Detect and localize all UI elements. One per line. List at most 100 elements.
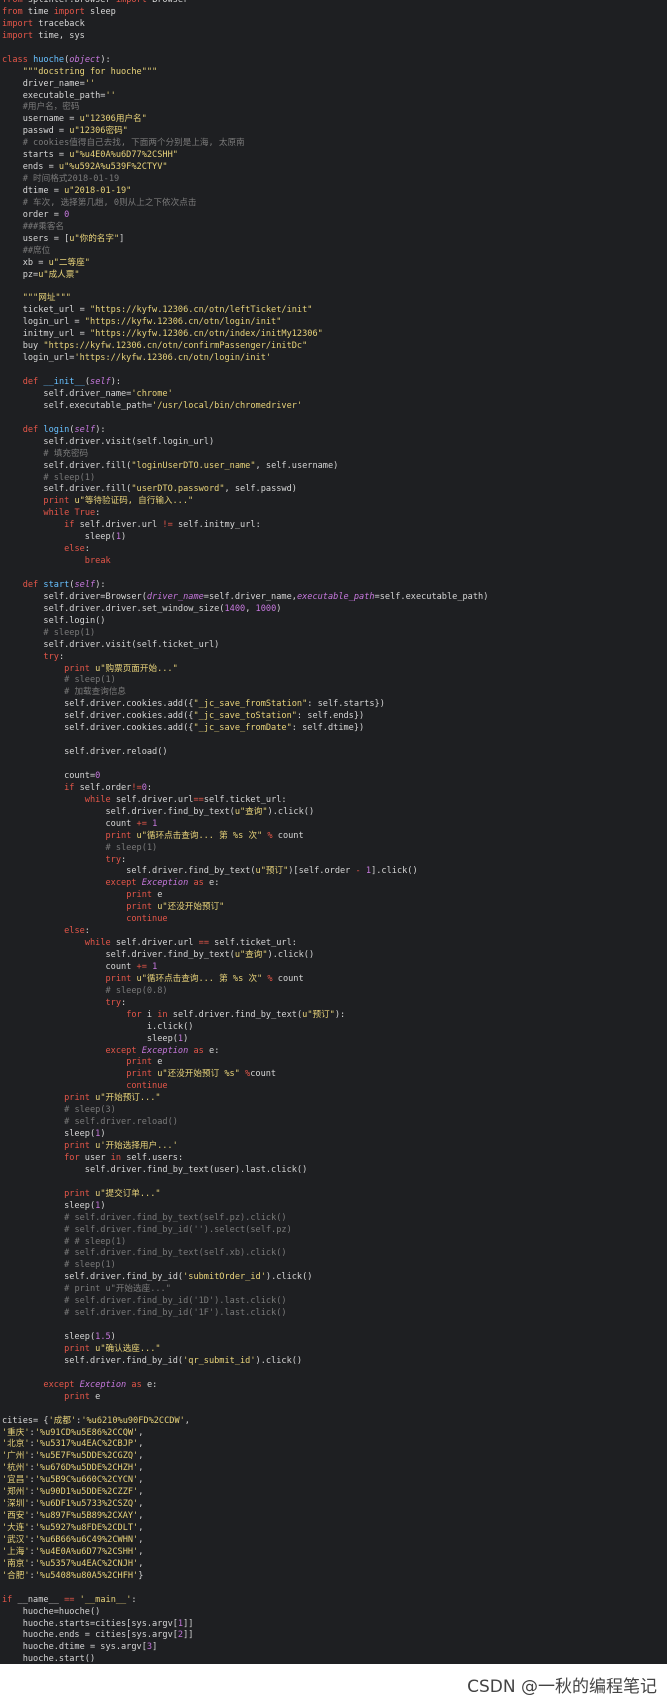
watermark-text: CSDN @一秋的编程笔记 xyxy=(467,1677,657,1697)
code-token: u"确认选座..." xyxy=(95,1343,161,1354)
code-token: '武汉' xyxy=(2,1534,30,1545)
code-token: : xyxy=(84,544,90,555)
code-line: passwd = u"12306密码" xyxy=(2,126,488,138)
code-line: huoche.starts=cities[sys.argv[1]] xyxy=(2,1619,488,1631)
code-token: self.driver.cookies.add({ xyxy=(2,723,194,734)
code-token: ) xyxy=(276,603,282,614)
code-token: ): xyxy=(95,424,106,435)
code-line: '广州':'%u5E7F%u5DDE%2CGZQ', xyxy=(2,1451,488,1463)
code-token: u"预订" xyxy=(255,866,289,877)
code-line: if self.driver.url != self.initmy_url: xyxy=(2,520,488,532)
code-token: ###乘客名 xyxy=(22,221,65,232)
code-token: print xyxy=(64,1391,90,1402)
code-token: u"%u4E0A%u6D77%2CSHH" xyxy=(69,150,178,161)
code-token: ends = xyxy=(2,162,59,173)
code-token: object xyxy=(69,54,101,65)
code-token: , xyxy=(138,1511,144,1522)
code-line: """docstring for huoche""" xyxy=(2,67,488,79)
code-line: ##席位 xyxy=(2,246,488,258)
code-token: huoche.ends = cities[sys.argv[ xyxy=(2,1630,178,1641)
code-token: 1 xyxy=(152,961,158,972)
code-token: # 加载查询信息 xyxy=(64,687,127,698)
code-line: import time, sys xyxy=(2,31,488,43)
code-token: sleep( xyxy=(2,1129,96,1140)
code-token: print xyxy=(105,830,132,841)
code-line: '合肥':'%u5408%u80A5%2CHFH'} xyxy=(2,1571,488,1583)
code-token: e xyxy=(152,890,163,901)
code-token: self.driver.visit(self.login_url) xyxy=(2,436,215,447)
code-token: u"查询" xyxy=(234,806,268,817)
code-token: ) xyxy=(100,1129,106,1140)
code-token: "https://kyfw.12306.cn/otn/index/initMy1… xyxy=(89,329,323,340)
code-line: ticket_url = "https://kyfw.12306.cn/otn/… xyxy=(2,305,488,317)
code-token: u"%u592A%u539F%2CTYV" xyxy=(58,162,168,173)
code-token: #用户名，密码 xyxy=(22,102,80,113)
code-line: """网址""" xyxy=(2,293,488,305)
code-line: def login(self): xyxy=(2,425,488,437)
code-line: initmy_url = "https://kyfw.12306.cn/otn/… xyxy=(2,329,488,341)
code-token: ) xyxy=(100,1200,106,1211)
code-line: # sleep(1) xyxy=(2,1260,488,1272)
code-token: == xyxy=(198,938,209,949)
code-line: # self.driver.find_by_text(self.pz).clic… xyxy=(2,1213,488,1225)
code-token: =self.executable_path) xyxy=(374,591,489,602)
code-token: =self.driver_name, xyxy=(203,591,297,602)
code-line: sleep(1) xyxy=(2,1129,488,1141)
code-token: self.executable_path= xyxy=(2,400,153,411)
code-token: self.driver.fill( xyxy=(2,484,132,495)
code-token: self.driver.find_by_text( xyxy=(2,950,235,960)
code-token: # self.driver.find_by_text(self.xb).clic… xyxy=(64,1248,287,1259)
code-line: self.login() xyxy=(2,616,488,628)
code-token: __init__ xyxy=(43,377,85,387)
code-token: def xyxy=(22,424,39,435)
code-token: "_jc_save_fromStation" xyxy=(193,699,308,710)
code-token: count xyxy=(2,818,137,829)
code-line: self.driver.fill("userDTO.password", sel… xyxy=(2,484,488,496)
code-line: self.driver.find_by_text(u"查询").click() xyxy=(2,950,488,962)
code-token: continue xyxy=(126,1081,168,1092)
code-line: self.driver.visit(self.login_url) xyxy=(2,437,488,449)
code-token: u"提交订单..." xyxy=(95,1188,161,1199)
code-line: from splinter.browser import Browser xyxy=(2,0,488,7)
code-token: huoche.start() xyxy=(2,1654,96,1664)
code-token: self.driver.find_by_text( xyxy=(167,1009,303,1020)
code-token: u"查询" xyxy=(234,950,268,960)
code-token: True xyxy=(74,508,96,519)
code-token: u"还没开始预订" xyxy=(157,902,225,913)
code-token: import xyxy=(2,18,34,29)
code-token: executable_path= xyxy=(2,90,106,101)
code-line: while self.driver.url == self.ticket_url… xyxy=(2,938,488,950)
code-line: sleep(1) xyxy=(2,1201,488,1213)
code-token: '%u5927%u8FDE%2CDLT' xyxy=(34,1523,139,1533)
code-token: Exception xyxy=(79,1379,127,1390)
code-token: """网址""" xyxy=(22,293,71,304)
code-token: 'submitOrder_id' xyxy=(183,1272,266,1283)
code-token: 'qr_submit_id' xyxy=(183,1355,256,1366)
code-token: "_jc_save_fromDate" xyxy=(193,723,292,734)
code-token: # self.driver.find_by_id('1D').last.clic… xyxy=(64,1296,287,1307)
code-token: '%u676D%u5DDE%2CHZH' xyxy=(34,1463,139,1474)
code-token: print xyxy=(126,902,153,913)
code-line: self.driver=Browser(driver_name=self.dri… xyxy=(2,592,488,604)
code-token: traceback xyxy=(33,18,85,29)
code-line: if __name__ == '__main__': xyxy=(2,1595,488,1607)
code-line: huoche=huoche() xyxy=(2,1607,488,1619)
code-token: : self.dtime}) xyxy=(291,723,365,734)
code-line: # 加载查询信息 xyxy=(2,687,488,699)
code-editor[interactable]: from splinter.browser import Browser from… xyxy=(0,0,667,1664)
code-token: != xyxy=(162,520,173,531)
